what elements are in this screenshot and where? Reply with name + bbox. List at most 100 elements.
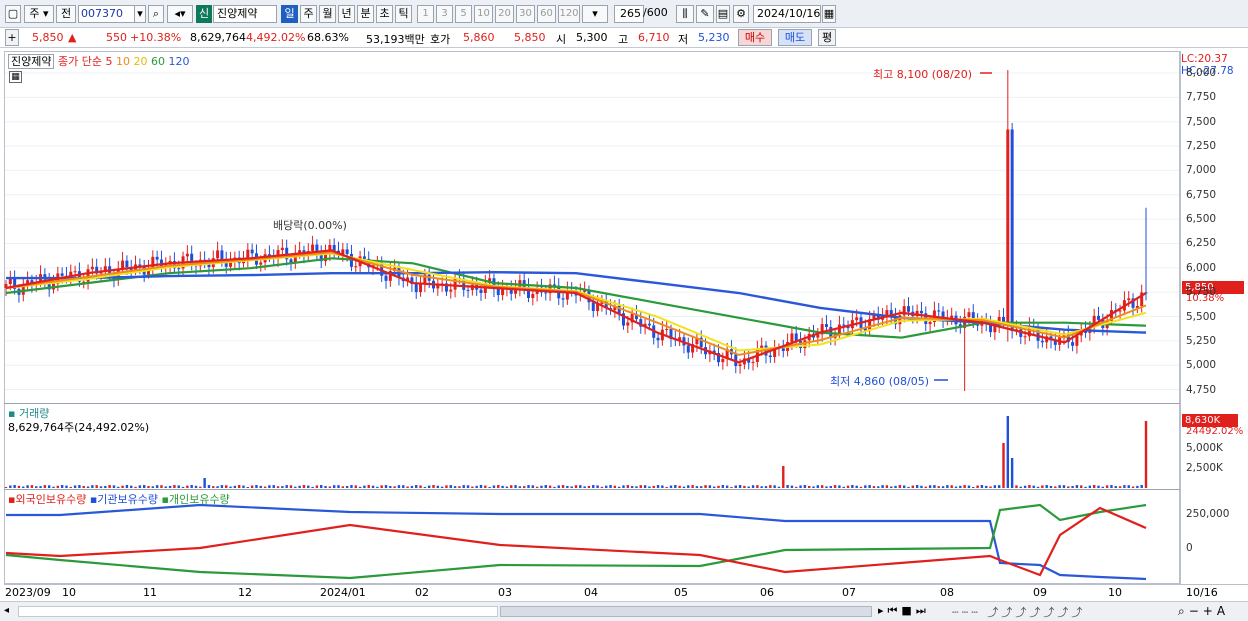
volume-bar	[842, 486, 845, 488]
draw-tools-icon[interactable]: ┄┄┄ ⤴⤴⤴⤴⤴⤴⤴	[952, 604, 1085, 620]
volume-bar	[769, 485, 772, 488]
volume-bar	[332, 485, 336, 488]
indiv-holdings-label: 개인보유수량	[168, 493, 230, 506]
volume-bar	[864, 485, 867, 488]
volume-bar	[272, 485, 275, 488]
volume-bar	[622, 485, 625, 488]
volume-bar	[803, 485, 807, 488]
foreign-holdings-legend[interactable]: ▪외국인보유수량	[8, 493, 86, 506]
volume-bar	[86, 486, 90, 488]
volume-bar	[799, 485, 802, 488]
candle-body	[60, 273, 64, 276]
volume-bar	[708, 485, 712, 488]
volume-bar	[337, 485, 340, 488]
scrollbar-thumb[interactable]	[500, 606, 872, 617]
volume-bar	[52, 486, 55, 488]
scrollbar-track[interactable]	[18, 606, 498, 617]
volume-bar	[117, 486, 120, 488]
candle-body	[768, 355, 772, 358]
volume-bar	[704, 485, 707, 488]
volume-bar	[440, 486, 444, 488]
ma20-legend[interactable]: 20	[133, 55, 147, 68]
volume-bar	[147, 486, 150, 488]
foreign-holdings-label: 외국인보유수량	[15, 493, 87, 506]
volume-bar	[488, 486, 491, 488]
zoom-controls[interactable]: ⌕−+A	[1178, 604, 1229, 619]
volume-bar	[410, 485, 414, 488]
playback-controls[interactable]: ▸⏮■⏭	[878, 604, 930, 618]
volume-bar	[65, 485, 68, 488]
candle-body	[522, 280, 526, 288]
candle-body	[842, 324, 846, 326]
volume-bar	[656, 485, 660, 488]
volume-bar	[1028, 485, 1031, 488]
volume-bar	[669, 485, 673, 488]
table-icon[interactable]: ▦	[9, 71, 22, 83]
chart-canvas[interactable]	[0, 0, 1248, 621]
volume-bar	[1002, 443, 1005, 488]
candle-body	[466, 289, 470, 291]
volume-bar	[78, 485, 81, 488]
price-tick: 5,250	[1186, 334, 1217, 347]
x-tick: 10	[1108, 586, 1122, 599]
volume-bar	[1058, 485, 1061, 488]
dividend-annotation: 배당락(0.00%)	[273, 219, 347, 232]
candle-body	[803, 340, 807, 349]
volume-bar	[328, 486, 332, 488]
volume-flag-pct: 24492.02%	[1186, 426, 1244, 437]
x-tick: 05	[674, 586, 688, 599]
volume-bar	[1036, 486, 1040, 488]
volume-bar	[600, 486, 604, 488]
volume-bar	[725, 485, 729, 488]
candle-body	[919, 310, 923, 314]
indiv-holdings-legend[interactable]: ▪개인보유수량	[162, 493, 230, 506]
volume-bar	[505, 486, 509, 488]
volume-bar	[514, 485, 517, 488]
volume-bar	[194, 485, 198, 488]
volume-bar	[1023, 485, 1027, 488]
volume-bar	[997, 485, 1001, 488]
scroll-left-icon[interactable]: ◂	[4, 605, 9, 616]
x-tick: 03	[498, 586, 512, 599]
stock-legend-label[interactable]: 진양제약	[8, 54, 55, 69]
volume-bar	[423, 486, 427, 488]
volume-bar	[894, 485, 897, 488]
candle-body	[1071, 342, 1075, 346]
volume-bar	[475, 485, 478, 488]
volume-bar	[907, 486, 910, 488]
volume-bar	[587, 486, 591, 488]
ma120-legend[interactable]: 120	[168, 55, 189, 68]
volume-bar	[130, 485, 133, 488]
candle-body	[544, 292, 548, 294]
volume-value: 8,629,764주(24,492.02%)	[8, 421, 150, 434]
ma5-legend[interactable]: 종가 단순 5	[58, 55, 112, 68]
candle-body	[73, 271, 77, 273]
candle-body	[125, 260, 129, 268]
volume-bar	[138, 485, 142, 488]
volume-bar	[453, 486, 457, 488]
volume-bar	[950, 485, 953, 488]
candle-body	[414, 284, 418, 293]
volume-bar	[557, 485, 560, 488]
ma10-legend[interactable]: 10	[116, 55, 130, 68]
volume-bar	[449, 485, 452, 488]
candle-body	[1010, 129, 1014, 332]
volume-bar	[790, 485, 794, 488]
candle-body	[384, 275, 388, 281]
volume-bar	[121, 485, 124, 488]
volume-bar	[881, 485, 884, 488]
volume-bar	[216, 486, 219, 488]
volume-bar	[954, 486, 958, 488]
volume-bar	[859, 486, 863, 488]
volume-bar	[384, 485, 388, 488]
volume-bar	[574, 485, 578, 488]
volume-bar	[527, 485, 530, 488]
volume-bar	[1114, 486, 1117, 488]
x-tick: 12	[238, 586, 252, 599]
volume-bar	[1049, 485, 1053, 488]
ma60-legend[interactable]: 60	[151, 55, 165, 68]
inst-holdings-legend[interactable]: ▪기관보유수량	[90, 493, 158, 506]
volume-bar	[1136, 485, 1139, 488]
candle-body	[8, 278, 12, 285]
volume-bar	[885, 485, 889, 488]
